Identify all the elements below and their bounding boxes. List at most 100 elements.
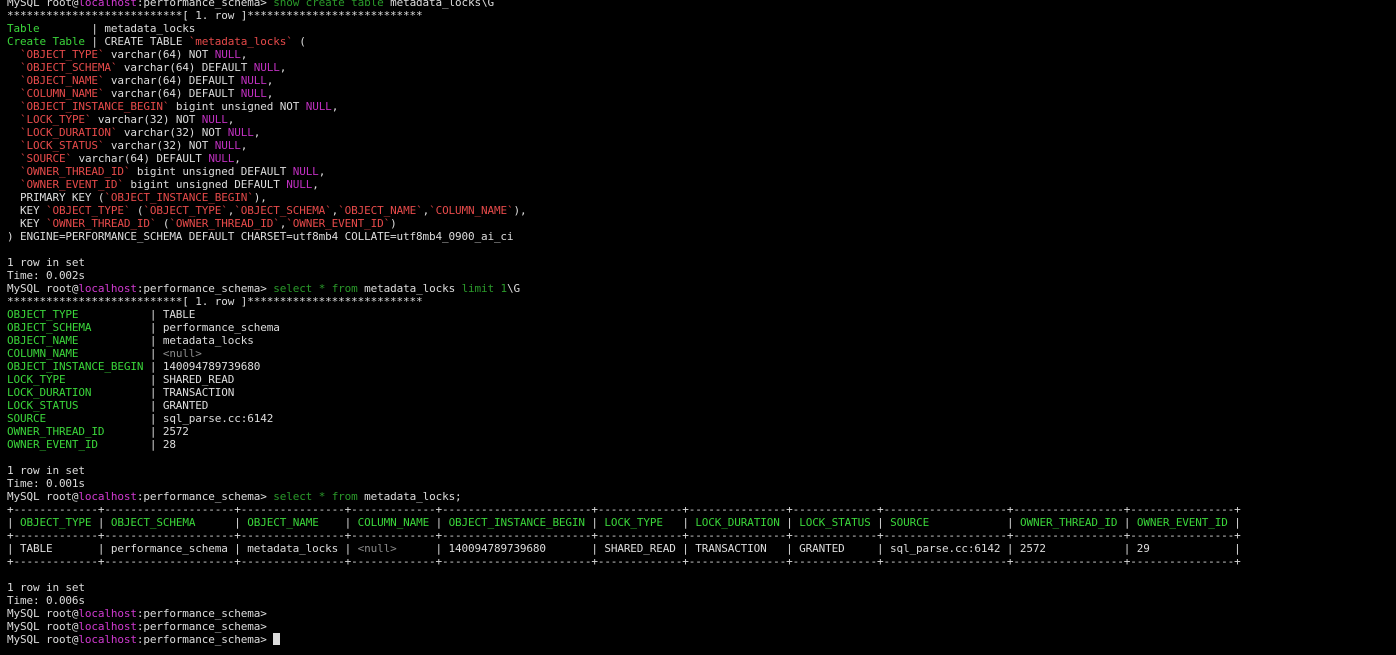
terminal-text: Create Table [7, 35, 85, 48]
terminal-text: `LOCK_DURATION` [20, 126, 118, 139]
terminal-text: \G [507, 282, 521, 295]
terminal-text: , [279, 61, 287, 74]
terminal-line: MySQL root@localhost:performance_schema> [7, 607, 1396, 620]
terminal-text: NULL [214, 48, 241, 61]
terminal-text: | [662, 516, 696, 529]
terminal-text: COLUMN_NAME [357, 516, 430, 529]
terminal-text: 1 row in set [7, 464, 85, 477]
terminal-text: `OWNER_THREAD_ID` [20, 165, 131, 178]
terminal-line: 1 row in set [7, 581, 1396, 594]
terminal-text: MySQL root@ [7, 490, 79, 503]
terminal-line: Time: 0.002s [7, 269, 1396, 282]
terminal-cursor [273, 633, 281, 645]
terminal-text: | CREATE TABLE [84, 35, 189, 48]
terminal-line: Table | metadata_locks [7, 22, 1396, 35]
terminal-text: OBJECT_SCHEMA [7, 321, 92, 334]
terminal-text: MySQL root@ [7, 633, 79, 646]
terminal-line: `COLUMN_NAME` varchar(64) DEFAULT NULL, [7, 87, 1396, 100]
terminal-text: OWNER_EVENT_ID [1136, 516, 1228, 529]
terminal-text: | TABLE [78, 308, 196, 321]
terminal-text: ), [253, 191, 267, 204]
terminal-text: ) [390, 217, 397, 230]
terminal-text: varchar(32) NOT [117, 126, 228, 139]
terminal-line: MySQL root@localhost:performance_schema>… [7, 282, 1396, 295]
terminal-text: , [234, 152, 241, 165]
terminal-text: Time: 0.002s [7, 269, 85, 282]
terminal-text: +-------------+--------------------+----… [7, 529, 1241, 542]
terminal-text: , [227, 113, 235, 126]
terminal-line: | OBJECT_TYPE | OBJECT_SCHEMA | OBJECT_N… [7, 516, 1396, 529]
terminal-line: ***************************[ 1. row ]***… [7, 295, 1396, 308]
terminal-text: MySQL root@ [7, 607, 79, 620]
terminal-text: `SOURCE` [20, 152, 72, 165]
terminal-text: , [240, 48, 248, 61]
terminal-line: KEY `OBJECT_TYPE` (`OBJECT_TYPE`,`OBJECT… [7, 204, 1396, 217]
terminal-line: COLUMN_NAME | <null> [7, 347, 1396, 360]
terminal-text: NULL [292, 165, 319, 178]
terminal-line: OBJECT_INSTANCE_BEGIN | 140094789739680 [7, 360, 1396, 373]
terminal-line: LOCK_DURATION | TRANSACTION [7, 386, 1396, 399]
terminal-text: OBJECT_TYPE [20, 516, 92, 529]
terminal-text: varchar(64) DEFAULT [117, 61, 254, 74]
terminal-text: bigint unsigned NOT [169, 100, 306, 113]
terminal-text: LOCK_DURATION [695, 516, 780, 529]
terminal-line: Time: 0.006s [7, 594, 1396, 607]
terminal-line: OWNER_THREAD_ID | 2572 [7, 425, 1396, 438]
terminal-text: localhost [78, 282, 137, 295]
terminal-line: `OBJECT_NAME` varchar(64) DEFAULT NULL, [7, 74, 1396, 87]
terminal-text: `COLUMN_NAME` [20, 87, 105, 100]
terminal-line: +-------------+--------------------+----… [7, 503, 1396, 516]
terminal-text: +-------------+--------------------+----… [7, 555, 1241, 568]
terminal-text: NULL [240, 87, 267, 100]
terminal-text: LOCK_DURATION [7, 386, 92, 399]
terminal-text: | [929, 516, 1020, 529]
terminal-text: varchar(32) NOT [91, 113, 202, 126]
terminal-output[interactable]: MySQL root@localhost:performance_schema>… [0, 0, 1396, 655]
terminal-text: metadata_locks; [357, 490, 462, 503]
terminal-text: select [273, 490, 313, 503]
terminal-text: `metadata_locks` [188, 35, 293, 48]
terminal-text: PRIMARY KEY ( [7, 191, 105, 204]
terminal-text: | [7, 516, 20, 529]
terminal-line: | TABLE | performance_schema | metadata_… [7, 542, 1396, 555]
terminal-text: KEY [7, 204, 46, 217]
terminal-text: `OBJECT_SCHEMA` [20, 61, 118, 74]
terminal-line: LOCK_TYPE | SHARED_READ [7, 373, 1396, 386]
terminal-text: MySQL root@ [7, 282, 79, 295]
terminal-text: SOURCE [7, 412, 46, 425]
terminal-text: metadata_locks [357, 282, 462, 295]
terminal-text: NULL [208, 152, 235, 165]
terminal-text: `OBJECT_SCHEMA` [234, 204, 332, 217]
terminal-text: `OWNER_THREAD_ID` [45, 217, 157, 230]
terminal-text: ***************************[ 1. row ]***… [7, 9, 423, 22]
terminal-text: LOCK_STATUS [7, 399, 79, 412]
terminal-text: Time: 0.001s [7, 477, 85, 490]
terminal-line: 1 row in set [7, 256, 1396, 269]
terminal-text: `OWNER_EVENT_ID` [20, 178, 124, 191]
terminal-text: , [318, 165, 326, 178]
terminal-text: ), [513, 204, 527, 217]
terminal-text: OWNER_THREAD_ID [7, 425, 105, 438]
terminal-line: MySQL root@localhost:performance_schema> [7, 633, 1396, 646]
terminal-text: , [331, 100, 339, 113]
terminal-text: ***************************[ 1. row ]***… [7, 295, 423, 308]
terminal-text: | [195, 516, 248, 529]
terminal-text: NULL [201, 113, 228, 126]
terminal-text: OBJECT_TYPE [7, 308, 79, 321]
terminal-text: | [1227, 516, 1241, 529]
terminal-text: `OWNER_EVENT_ID` [286, 217, 391, 230]
terminal-text: Table [7, 22, 40, 35]
terminal-text: ( [130, 204, 144, 217]
terminal-text: ( [156, 217, 170, 230]
terminal-text: :performance_schema> [136, 633, 274, 646]
terminal-text: varchar(64) DEFAULT [71, 152, 209, 165]
